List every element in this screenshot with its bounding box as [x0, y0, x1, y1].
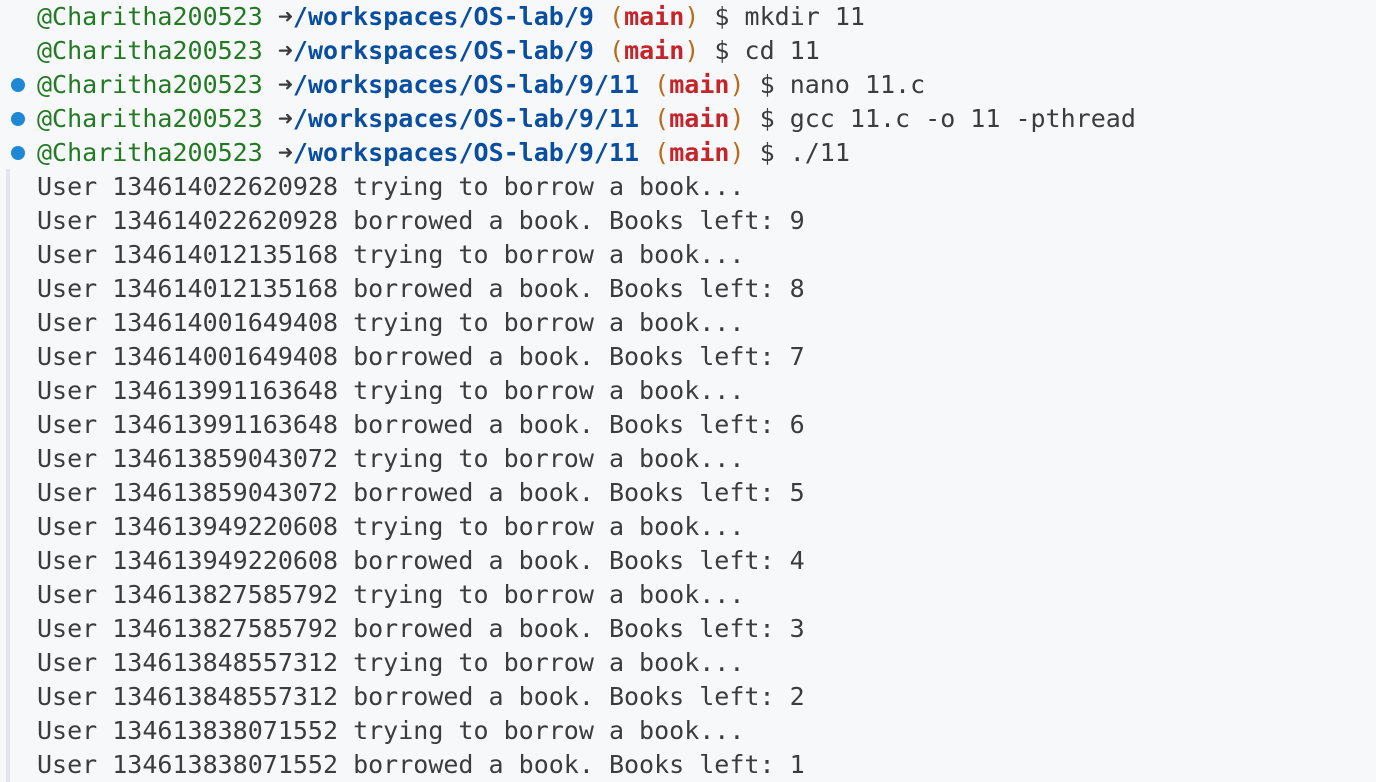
command-decoration-dot-icon[interactable]	[11, 112, 25, 126]
prompt-line: @Charitha200523 ➜/workspaces/OS-lab/9/11…	[37, 102, 1136, 136]
output-line: User 134614022620928 trying to borrow a …	[37, 172, 745, 201]
prompt-path: /workspaces/OS-lab/9	[292, 36, 594, 65]
prompt-user: @Charitha200523	[37, 2, 263, 31]
prompt-symbol: $	[759, 138, 775, 167]
prompt-line: @Charitha200523 ➜/workspaces/OS-lab/9/11…	[37, 136, 850, 170]
prompt-branch: main	[669, 138, 730, 167]
branch-open-paren: (	[654, 104, 670, 133]
prompt-branch: main	[624, 2, 685, 31]
command-text: cd 11	[744, 36, 820, 65]
command-text: gcc 11.c -o 11 -pthread	[789, 104, 1136, 133]
prompt-path: /workspaces/OS-lab/9/11	[292, 70, 640, 99]
branch-open-paren: (	[654, 70, 670, 99]
output-line: User 134613827585792 trying to borrow a …	[37, 580, 745, 609]
branch-open-paren: (	[609, 36, 625, 65]
output-line: User 134614001649408 trying to borrow a …	[37, 308, 745, 337]
prompt-symbol: $	[759, 104, 775, 133]
prompt-user: @Charitha200523	[37, 104, 263, 133]
branch-close-paren: )	[729, 104, 745, 133]
output-line: User 134613949220608 trying to borrow a …	[37, 512, 745, 541]
terminal-panel[interactable]: @Charitha200523 ➜/workspaces/OS-lab/9 (m…	[0, 0, 1376, 782]
prompt-path: /workspaces/OS-lab/9/11	[292, 138, 640, 167]
output-line: User 134614012135168 trying to borrow a …	[37, 240, 745, 269]
branch-open-paren: (	[609, 2, 625, 31]
output-line: User 134613848557312 borrowed a book. Bo…	[37, 682, 805, 711]
output-line: User 134614022620928 borrowed a book. Bo…	[37, 206, 805, 235]
prompt-arrow: ➜	[277, 104, 293, 133]
prompt-path: /workspaces/OS-lab/9/11	[292, 104, 640, 133]
prompt-symbol: $	[714, 2, 730, 31]
prompt-line: @Charitha200523 ➜/workspaces/OS-lab/9 (m…	[37, 34, 820, 68]
prompt-user: @Charitha200523	[37, 70, 263, 99]
prompt-user: @Charitha200523	[37, 138, 263, 167]
branch-close-paren: )	[684, 36, 700, 65]
output-line: User 134613827585792 borrowed a book. Bo…	[37, 614, 805, 643]
prompt-user: @Charitha200523	[37, 36, 263, 65]
prompt-arrow: ➜	[277, 138, 293, 167]
prompt-line: @Charitha200523 ➜/workspaces/OS-lab/9 (m…	[37, 0, 865, 34]
branch-close-paren: )	[729, 70, 745, 99]
prompt-line: @Charitha200523 ➜/workspaces/OS-lab/9/11…	[37, 68, 925, 102]
prompt-branch: main	[669, 70, 730, 99]
output-line: User 134613991163648 trying to borrow a …	[37, 376, 745, 405]
command-text: ./11	[789, 138, 850, 167]
output-line: User 134614001649408 borrowed a book. Bo…	[37, 342, 805, 371]
command-decoration-dot-icon[interactable]	[11, 78, 25, 92]
prompt-symbol: $	[714, 36, 730, 65]
command-output-guide	[6, 169, 10, 782]
prompt-branch: main	[624, 36, 685, 65]
branch-close-paren: )	[729, 138, 745, 167]
command-text: nano 11.c	[789, 70, 926, 99]
branch-open-paren: (	[654, 138, 670, 167]
prompt-arrow: ➜	[277, 70, 293, 99]
branch-close-paren: )	[684, 2, 700, 31]
prompt-arrow: ➜	[277, 2, 293, 31]
prompt-arrow: ➜	[277, 36, 293, 65]
prompt-symbol: $	[759, 70, 775, 99]
command-text: mkdir 11	[744, 2, 865, 31]
prompt-branch: main	[669, 104, 730, 133]
output-line: User 134614012135168 borrowed a book. Bo…	[37, 274, 805, 303]
command-decoration-dot-icon[interactable]	[11, 146, 25, 160]
output-line: User 134613848557312 trying to borrow a …	[37, 648, 745, 677]
prompt-path: /workspaces/OS-lab/9	[292, 2, 594, 31]
output-line: User 134613859043072 trying to borrow a …	[37, 444, 745, 473]
output-line: User 134613991163648 borrowed a book. Bo…	[37, 410, 805, 439]
output-line: User 134613859043072 borrowed a book. Bo…	[37, 478, 805, 507]
output-line: User 134613838071552 borrowed a book. Bo…	[37, 750, 805, 779]
output-line: User 134613838071552 trying to borrow a …	[37, 716, 745, 745]
output-line: User 134613949220608 borrowed a book. Bo…	[37, 546, 805, 575]
